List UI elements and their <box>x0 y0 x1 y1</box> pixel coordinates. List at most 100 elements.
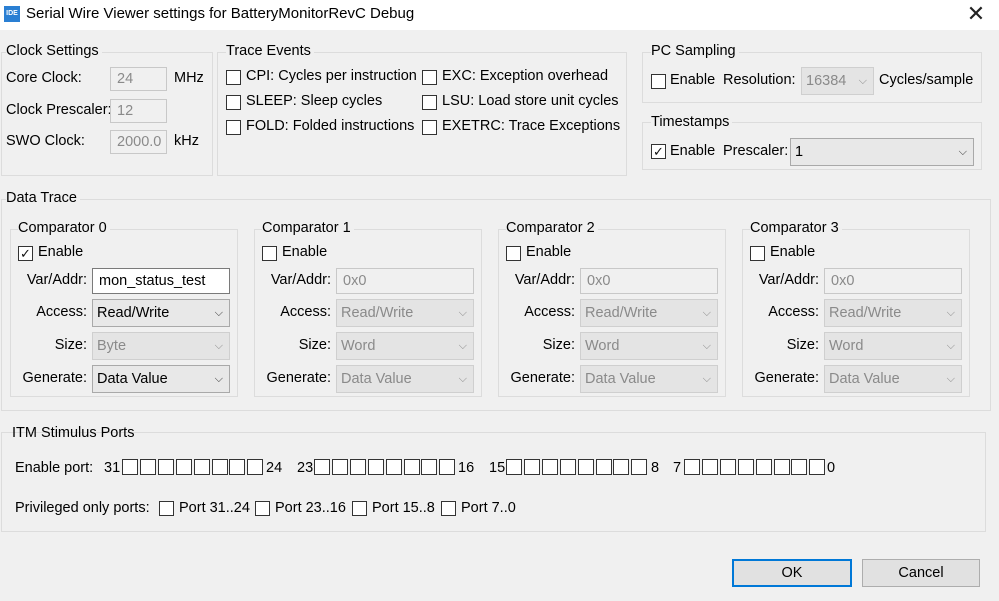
comparator-2-enable-label[interactable]: Enable <box>526 244 571 260</box>
enable-port-7-checkbox[interactable] <box>684 459 700 475</box>
enable-port-25-checkbox[interactable] <box>229 459 246 475</box>
enable-port-27-checkbox[interactable] <box>193 459 210 475</box>
comparator-2-title: Comparator 2 <box>506 220 598 236</box>
comparator-1-enable-checkbox[interactable] <box>262 246 277 261</box>
comparator-2-size-value: Word <box>585 338 620 354</box>
privileged-port-7-0-label[interactable]: Port 7..0 <box>461 500 516 516</box>
port-group-1-start: 31 <box>104 460 121 476</box>
privileged-port-31-24-label[interactable]: Port 31..24 <box>179 500 250 516</box>
close-icon[interactable]: ✕ <box>962 1 990 27</box>
comparator-0-size-label: Size: <box>54 337 87 353</box>
enable-port-11-checkbox[interactable] <box>577 459 594 475</box>
exc-label[interactable]: EXC: Exception overhead <box>442 68 608 84</box>
comparator-1-enable-label[interactable]: Enable <box>282 244 327 260</box>
enable-port-8-checkbox[interactable] <box>631 459 648 475</box>
pc-sampling-enable-label[interactable]: Enable <box>670 72 715 88</box>
comparator-3-var-label: Var/Addr: <box>758 272 819 288</box>
comparator-0-var-input[interactable]: mon_status_test <box>92 268 230 294</box>
comparator-2-var-label: Var/Addr: <box>514 272 575 288</box>
lsu-checkbox[interactable] <box>422 95 437 110</box>
comparator-2-generate-value: Data Value <box>585 371 656 387</box>
swo-clock-label: SWO Clock: <box>6 133 85 149</box>
enable-port-23-checkbox[interactable] <box>314 459 330 475</box>
enable-port-18-checkbox[interactable] <box>403 459 420 475</box>
comparator-0-access-label: Access: <box>36 304 87 320</box>
fold-label[interactable]: FOLD: Folded instructions <box>246 118 414 134</box>
comparator-0-generate-label: Generate: <box>22 370 88 386</box>
ok-button[interactable]: OK <box>732 559 852 587</box>
privileged-port-23-16-checkbox[interactable] <box>255 501 270 516</box>
comparator-3-enable-label[interactable]: Enable <box>770 244 815 260</box>
exetrc-checkbox[interactable] <box>422 120 437 135</box>
trace-events-title: Trace Events <box>226 43 314 59</box>
enable-port-30-checkbox[interactable] <box>139 459 156 475</box>
exetrc-label[interactable]: EXETRC: Trace Exceptions <box>442 118 620 134</box>
chevron-down-icon: ⌵ <box>214 340 223 352</box>
comparator-3-var-input: 0x0 <box>824 268 962 294</box>
chevron-down-icon: ⌵ <box>946 340 955 352</box>
enable-port-3-checkbox[interactable] <box>755 459 772 475</box>
comparator-1-access-select: Read/Write ⌵ <box>336 299 474 327</box>
port-group-3-end: 8 <box>651 460 660 476</box>
timestamps-enable-label[interactable]: Enable <box>670 143 715 159</box>
enable-port-21-checkbox[interactable] <box>349 459 366 475</box>
enable-port-4-checkbox[interactable] <box>737 459 754 475</box>
timestamps-prescaler-select[interactable]: 1 ⌵ <box>790 138 974 166</box>
privileged-port-15-8-label[interactable]: Port 15..8 <box>372 500 435 516</box>
timestamps-enable-checkbox[interactable]: ✓ <box>651 144 666 159</box>
comparator-0-generate-value: Data Value <box>97 371 168 387</box>
comparator-1-access-value: Read/Write <box>341 305 414 321</box>
enable-port-20-checkbox[interactable] <box>367 459 384 475</box>
exc-checkbox[interactable] <box>422 70 437 85</box>
comparator-0-enable-checkbox[interactable]: ✓ <box>18 246 33 261</box>
enable-port-2-checkbox[interactable] <box>773 459 790 475</box>
enable-port-0-checkbox[interactable] <box>809 459 826 475</box>
cpi-label[interactable]: CPI: Cycles per instruction <box>246 68 417 84</box>
privileged-port-7-0-checkbox[interactable] <box>441 501 456 516</box>
pc-sampling-enable-checkbox[interactable] <box>651 74 666 89</box>
timestamps-title: Timestamps <box>651 114 733 130</box>
sleep-checkbox[interactable] <box>226 95 241 110</box>
enable-port-28-checkbox[interactable] <box>175 459 192 475</box>
enable-port-12-checkbox[interactable] <box>559 459 576 475</box>
enable-port-10-checkbox[interactable] <box>595 459 612 475</box>
enable-port-17-checkbox[interactable] <box>421 459 438 475</box>
enable-port-16-checkbox[interactable] <box>439 459 456 475</box>
clock-prescaler-field: 12 <box>110 99 167 123</box>
chevron-down-icon: ⌵ <box>458 340 467 352</box>
enable-port-9-checkbox[interactable] <box>613 459 630 475</box>
core-clock-label: Core Clock: <box>6 70 82 86</box>
enable-port-5-checkbox[interactable] <box>719 459 736 475</box>
enable-port-26-checkbox[interactable] <box>211 459 228 475</box>
lsu-label[interactable]: LSU: Load store unit cycles <box>442 93 619 109</box>
enable-port-15-checkbox[interactable] <box>506 459 522 475</box>
privileged-port-15-8-checkbox[interactable] <box>352 501 367 516</box>
cpi-checkbox[interactable] <box>226 70 241 85</box>
data-trace-title: Data Trace <box>6 190 80 206</box>
cancel-button[interactable]: Cancel <box>862 559 980 587</box>
comparator-0-size-select: Byte ⌵ <box>92 332 230 360</box>
enable-port-6-checkbox[interactable] <box>701 459 718 475</box>
clock-settings-title: Clock Settings <box>6 43 102 59</box>
enable-port-31-checkbox[interactable] <box>122 459 138 475</box>
privileged-port-23-16-label[interactable]: Port 23..16 <box>275 500 346 516</box>
comparator-0-enable-label[interactable]: Enable <box>38 244 83 260</box>
comparator-2-generate-label: Generate: <box>510 370 576 386</box>
enable-port-13-checkbox[interactable] <box>541 459 558 475</box>
enable-port-1-checkbox[interactable] <box>791 459 808 475</box>
privileged-ports-label: Privileged only ports: <box>15 500 150 516</box>
fold-checkbox[interactable] <box>226 120 241 135</box>
swo-clock-unit: kHz <box>174 133 199 149</box>
comparator-2-enable-checkbox[interactable] <box>506 246 521 261</box>
sleep-label[interactable]: SLEEP: Sleep cycles <box>246 93 382 109</box>
enable-port-14-checkbox[interactable] <box>523 459 540 475</box>
comparator-3-enable-checkbox[interactable] <box>750 246 765 261</box>
comparator-0-access-select[interactable]: Read/Write ⌵ <box>92 299 230 327</box>
comparator-1-size-label: Size: <box>298 337 331 353</box>
enable-port-22-checkbox[interactable] <box>331 459 348 475</box>
comparator-0-generate-select[interactable]: Data Value ⌵ <box>92 365 230 393</box>
enable-port-24-checkbox[interactable] <box>247 459 264 475</box>
enable-port-29-checkbox[interactable] <box>157 459 174 475</box>
enable-port-19-checkbox[interactable] <box>385 459 402 475</box>
privileged-port-31-24-checkbox[interactable] <box>159 501 174 516</box>
